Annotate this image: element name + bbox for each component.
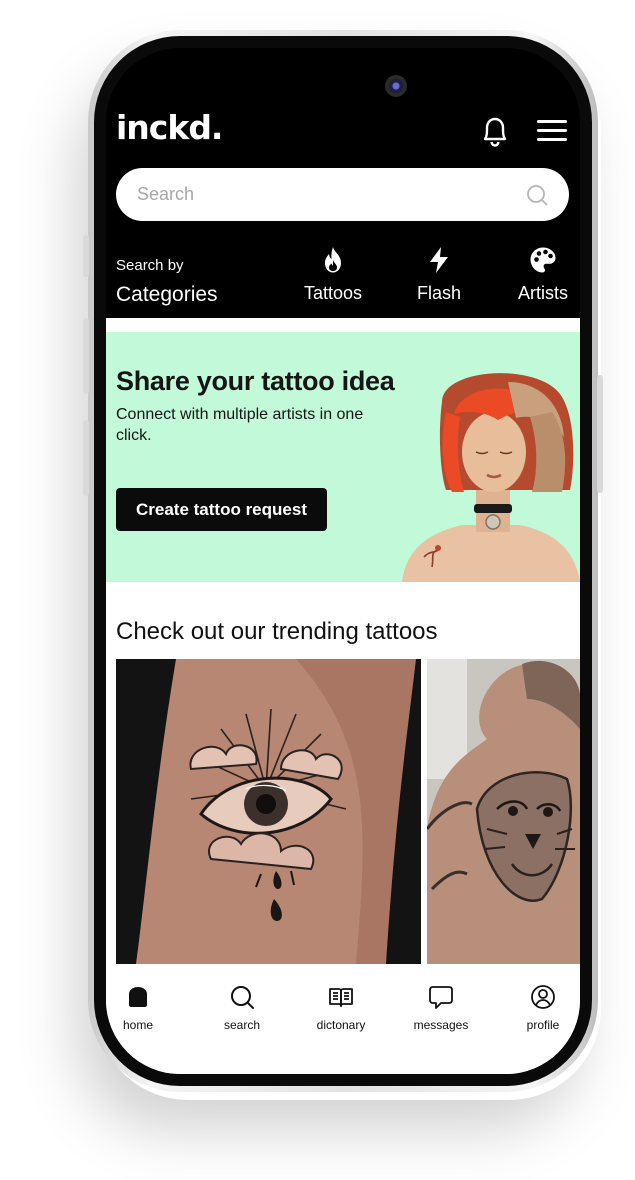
app-logo[interactable]: inckd. xyxy=(116,108,223,147)
lightning-icon xyxy=(430,247,448,273)
camera-icon xyxy=(385,75,407,97)
dynamic-island xyxy=(269,66,417,106)
book-icon xyxy=(329,988,353,1007)
model-photo xyxy=(402,373,580,582)
nav-label: home xyxy=(122,1018,154,1032)
banner-subtitle: Connect with multiple artists in one cli… xyxy=(116,406,364,444)
categories-label: Categories xyxy=(116,283,218,306)
eye-tattoo-image xyxy=(116,659,421,964)
tiger-tattoo-image xyxy=(427,659,580,964)
nav-messages[interactable]: messages xyxy=(401,984,481,1032)
category-label: Flash xyxy=(416,283,461,303)
category-tattoos[interactable]: Tattoos xyxy=(298,246,368,304)
nav-label: dictonary xyxy=(316,1018,366,1032)
phone-screen: inckd. Search by Categories Tattoos xyxy=(106,48,580,1074)
nav-dictionary[interactable]: dictonary xyxy=(301,984,381,1032)
search-by-label: Search by xyxy=(116,257,184,274)
bottom-navigation: home search dictonary messages profile xyxy=(106,964,580,1074)
category-label: Tattoos xyxy=(303,283,363,303)
chat-bubble-icon xyxy=(429,986,453,1009)
power-button xyxy=(597,375,603,493)
create-tattoo-request-button[interactable]: Create tattoo request xyxy=(116,488,327,531)
search-icon xyxy=(231,986,254,1009)
search-icon[interactable] xyxy=(526,184,548,206)
hamburger-menu-icon[interactable] xyxy=(537,120,567,142)
flame-icon xyxy=(325,247,341,273)
nav-label: messages xyxy=(413,1018,469,1032)
tattoo-request-banner: Share your tattoo idea Connect with mult… xyxy=(106,332,580,582)
volume-down-button xyxy=(83,318,89,394)
nav-label: search xyxy=(223,1018,261,1032)
category-artists[interactable]: Artists xyxy=(508,246,578,304)
palette-icon xyxy=(530,247,556,273)
home-content: Share your tattoo idea Connect with mult… xyxy=(106,318,580,1074)
trending-section-title: Check out our trending tattoos xyxy=(116,618,438,645)
nav-label: profile xyxy=(526,1018,560,1032)
banner-title: Share your tattoo idea xyxy=(116,366,395,396)
bell-icon[interactable] xyxy=(480,114,510,148)
category-label: Artists xyxy=(517,283,568,303)
search-input[interactable] xyxy=(116,168,569,221)
mute-switch xyxy=(83,420,89,496)
nav-home[interactable]: home xyxy=(106,984,178,1032)
volume-up-button xyxy=(83,235,89,277)
nav-profile[interactable]: profile xyxy=(503,984,580,1032)
home-icon xyxy=(129,987,147,1007)
category-flash[interactable]: Flash xyxy=(409,246,469,304)
nav-search[interactable]: search xyxy=(202,984,282,1032)
trending-tattoo-card[interactable] xyxy=(427,659,580,964)
user-circle-icon xyxy=(531,985,555,1009)
trending-tattoo-card[interactable] xyxy=(116,659,421,964)
